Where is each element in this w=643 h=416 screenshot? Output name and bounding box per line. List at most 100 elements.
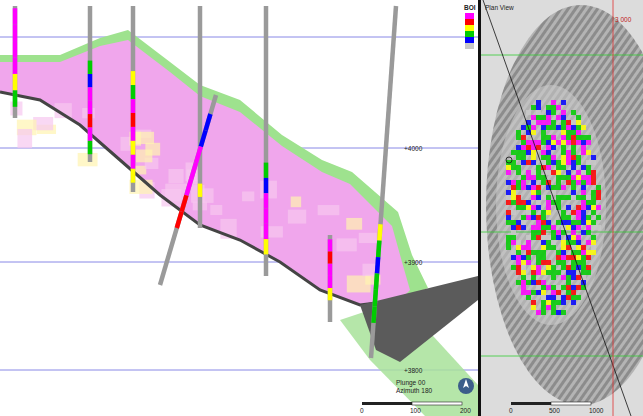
model-cell [536,120,541,125]
model-cell [531,160,536,165]
drillhole[interactable] [266,6,267,276]
drillhole[interactable] [133,6,134,192]
model-cell [551,125,556,130]
model-cell [516,250,521,255]
model-cell [581,255,586,260]
model-cell [526,255,531,260]
model-block [318,205,340,215]
model-cell [576,205,581,210]
model-block [78,153,98,166]
assay-interval [328,252,333,264]
assay-interval [264,178,269,193]
model-cell [576,195,581,200]
model-cell [591,155,596,160]
model-cell [586,175,591,180]
model-cell [541,195,546,200]
model-cell [516,265,521,270]
model-cell [571,195,576,200]
model-cell [581,200,586,205]
model-cell [511,185,516,190]
model-cell [511,235,516,240]
block-model [0,40,410,305]
model-cell [571,110,576,115]
model-cell [576,170,581,175]
plan-canvas[interactable]: Plan View3 00005001000 [481,0,643,416]
model-cell [571,220,576,225]
model-cell [581,150,586,155]
model-cell [536,310,541,315]
model-cell [526,200,531,205]
model-cell [571,120,576,125]
model-cell [556,195,561,200]
model-cell [566,280,571,285]
model-cell [556,115,561,120]
model-cell [556,165,561,170]
model-cell [521,255,526,260]
drillhole[interactable] [330,235,331,322]
model-cell [576,240,581,245]
model-cell [586,230,591,235]
model-cell [571,295,576,300]
model-cell [546,270,551,275]
assay-interval [88,87,93,100]
scale-label: 0 [360,407,364,414]
assay-interval [196,147,201,163]
model-cell [576,155,581,160]
model-cell [551,285,556,290]
model-cell [596,225,601,230]
model-cell [586,255,591,260]
model-cell [561,160,566,165]
assay-interval [374,306,375,322]
model-cell [571,125,576,130]
model-cell [566,225,571,230]
model-cell [561,145,566,150]
model-cell [506,190,511,195]
model-cell [546,235,551,240]
model-cell [561,125,566,130]
drillhole[interactable] [15,6,16,118]
model-cell [561,285,566,290]
assay-interval [177,212,182,228]
model-cell [516,185,521,190]
model-cell [551,310,556,315]
model-cell [521,175,526,180]
model-cell [506,165,511,170]
model-cell [546,305,551,310]
model-cell [541,310,546,315]
model-cell [536,260,541,265]
model-block [210,205,222,215]
model-cell [551,230,556,235]
drillhole[interactable] [160,95,216,285]
model-cell [586,180,591,185]
model-cell [556,270,561,275]
compass-icon[interactable] [458,378,474,394]
model-cell [591,220,596,225]
model-cell [516,280,521,285]
section-view[interactable]: +4000+3900+3800BOIPlunge 00Azimuth 18001… [0,0,478,416]
model-cell [546,135,551,140]
model-cell [576,215,581,220]
drillhole[interactable] [90,6,91,162]
model-cell [591,205,596,210]
section-canvas[interactable]: +4000+3900+3800BOIPlunge 00Azimuth 18001… [0,0,478,416]
model-cell [561,215,566,220]
model-cell [521,225,526,230]
model-cell [516,225,521,230]
model-cell [531,235,536,240]
model-cell [536,205,541,210]
model-cell [566,140,571,145]
model-cell [541,220,546,225]
model-cell [536,190,541,195]
model-cell [541,180,546,185]
drillhole[interactable] [371,6,396,358]
panel-divider[interactable] [478,0,481,416]
model-cell [551,135,556,140]
plan-view[interactable]: Plan View3 00005001000 [481,0,643,416]
collar-icon[interactable] [506,157,512,163]
model-cell [576,220,581,225]
model-cell [536,270,541,275]
model-cell [531,230,536,235]
model-cell [541,255,546,260]
drillhole[interactable] [200,6,201,228]
model-cell [506,220,511,225]
